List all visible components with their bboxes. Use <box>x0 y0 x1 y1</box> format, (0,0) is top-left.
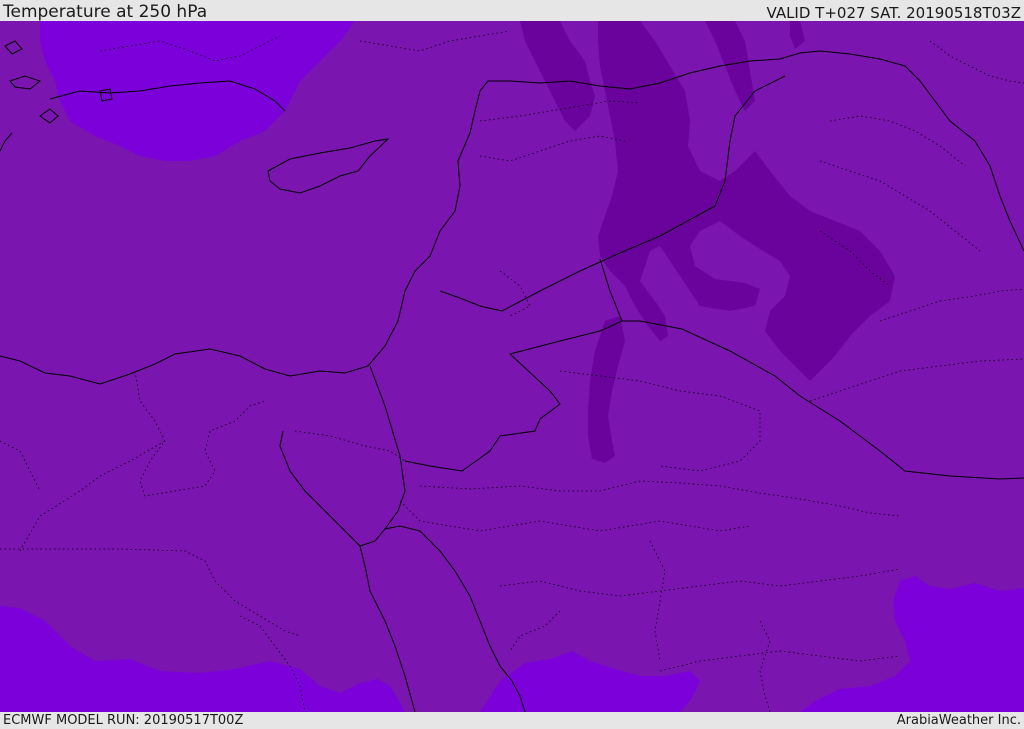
map-title: Temperature at 250 hPa <box>3 2 208 22</box>
temperature-map <box>0 21 1024 712</box>
model-run-label: ECMWF MODEL RUN: 20190517T00Z <box>3 713 244 728</box>
credit-label: ArabiaWeather Inc. <box>896 713 1021 728</box>
map-canvas <box>0 21 1024 712</box>
footer-bar: ECMWF MODEL RUN: 20190517T00Z ArabiaWeat… <box>0 712 1024 729</box>
valid-time: VALID T+027 SAT. 20190518T03Z <box>766 4 1021 22</box>
header-bar: Temperature at 250 hPa VALID T+027 SAT. … <box>0 0 1024 21</box>
